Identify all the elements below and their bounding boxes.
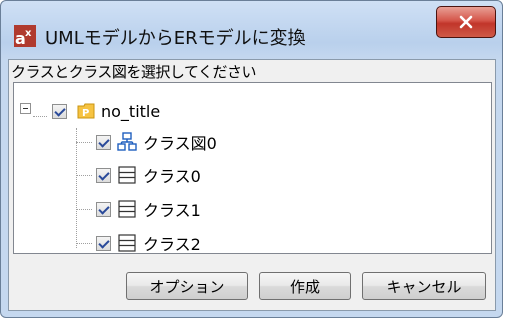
tree-node-class[interactable]: クラス0 bbox=[96, 162, 201, 188]
tree-connector bbox=[76, 243, 92, 244]
tree-node-label: クラス0 bbox=[143, 167, 201, 186]
class-icon bbox=[118, 200, 136, 218]
tree-node-root[interactable]: P no_title bbox=[52, 98, 160, 124]
tree-connector bbox=[76, 209, 92, 210]
class-icon bbox=[118, 234, 136, 252]
dialog-content: クラスとクラス図を選択してください P no_title クラス図0 クラス0 … bbox=[8, 59, 496, 311]
checkbox-root[interactable] bbox=[52, 103, 67, 119]
checkbox-class[interactable] bbox=[96, 167, 111, 183]
tree-node-class-diagram[interactable]: クラス図0 bbox=[96, 129, 217, 155]
project-icon: P bbox=[77, 103, 95, 119]
options-button[interactable]: オプション bbox=[126, 272, 248, 300]
app-icon: a x bbox=[14, 25, 36, 47]
tree-connector bbox=[76, 128, 77, 248]
class-diagram-icon bbox=[117, 132, 137, 151]
svg-text:P: P bbox=[82, 108, 89, 119]
tree-connector bbox=[76, 142, 92, 143]
create-button[interactable]: 作成 bbox=[259, 272, 351, 300]
class-icon bbox=[118, 166, 136, 184]
tree-connector bbox=[76, 175, 92, 176]
title-bar[interactable]: a x UMLモデルからERモデルに変換 bbox=[1, 1, 502, 59]
cancel-button[interactable]: キャンセル bbox=[362, 272, 486, 300]
tree-node-label: クラス2 bbox=[143, 235, 201, 254]
tree-node-label: クラス1 bbox=[143, 201, 201, 220]
close-icon bbox=[459, 15, 473, 29]
tree-node-class[interactable]: クラス2 bbox=[96, 230, 201, 256]
tree-node-class[interactable]: クラス1 bbox=[96, 196, 201, 222]
tree-connector bbox=[33, 116, 47, 117]
collapse-toggle[interactable] bbox=[20, 103, 31, 114]
svg-text:x: x bbox=[25, 28, 32, 39]
tree-node-label: no_title bbox=[101, 101, 161, 121]
close-button[interactable] bbox=[436, 6, 496, 38]
checkbox-class[interactable] bbox=[96, 235, 111, 251]
selection-tree[interactable]: P no_title クラス図0 クラス0 クラス1 クラス2 bbox=[13, 82, 492, 254]
instruction-label: クラスとクラス図を選択してください bbox=[11, 63, 257, 81]
dialog-window: a x UMLモデルからERモデルに変換 クラスとクラス図を選択してください P… bbox=[0, 0, 503, 318]
tree-node-label: クラス図0 bbox=[143, 134, 217, 153]
checkbox-class-diagram[interactable] bbox=[96, 134, 111, 150]
window-title: UMLモデルからERモデルに変換 bbox=[45, 28, 306, 49]
checkbox-class[interactable] bbox=[96, 201, 111, 217]
